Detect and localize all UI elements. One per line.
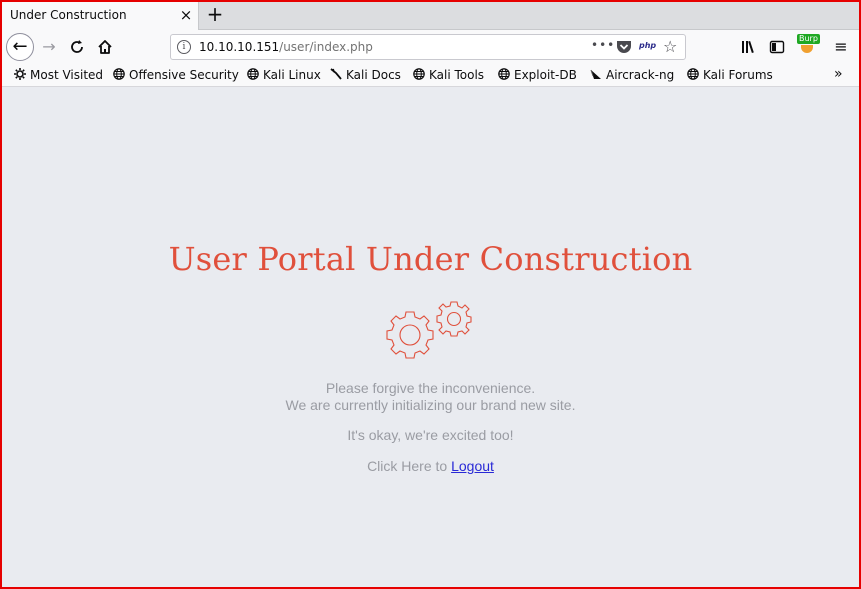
site-info-icon[interactable]: i (177, 40, 191, 54)
globe-icon (113, 68, 125, 80)
bookmark-most-visited[interactable]: Most Visited (14, 67, 103, 83)
library-icon[interactable] (740, 37, 758, 57)
page-content: User Portal Under Construction Please fo… (0, 88, 861, 589)
bookmark-offensive-security[interactable]: Offensive Security (113, 67, 239, 83)
logout-line: Click Here to Logout (0, 458, 861, 474)
gears-icon (386, 301, 472, 359)
initializing-line: We are currently initializing our brand … (285, 397, 576, 413)
url-text[interactable]: 10.10.10.151/user/index.php (199, 40, 373, 54)
home-icon[interactable] (94, 36, 116, 58)
bookmark-label: Most Visited (30, 68, 104, 82)
burp-proxy-icon[interactable]: Burp (795, 34, 823, 57)
php-extension-icon[interactable]: php (639, 41, 656, 50)
globe-icon (247, 68, 259, 80)
kali-dragon-icon (330, 68, 342, 80)
tab-title: Under Construction (10, 8, 127, 22)
excited-line: It's okay, we're excited too! (347, 427, 514, 443)
bookmark-label: Offensive Security (129, 68, 239, 82)
forward-arrow-icon[interactable]: → (38, 36, 60, 58)
reload-icon[interactable] (66, 36, 88, 58)
bookmark-label: Kali Linux (263, 68, 321, 82)
globe-icon (413, 68, 425, 80)
logout-prefix: Click Here to (367, 458, 448, 474)
page-actions-more-icon[interactable]: ••• (591, 38, 615, 52)
page-heading: User Portal Under Construction (168, 240, 693, 278)
tab-strip: Under Construction × + (0, 0, 861, 30)
bookmark-label: Kali Forums (703, 68, 773, 82)
bookmarks-overflow-icon[interactable]: » (834, 66, 843, 82)
url-path: /user/index.php (279, 40, 373, 54)
url-host: 10.10.10.151 (199, 40, 280, 54)
hamburger-menu-icon[interactable]: ≡ (832, 37, 850, 57)
tab-close-icon[interactable]: × (178, 7, 194, 23)
gear-icon (14, 68, 26, 80)
navigation-toolbar: ← → i 10.10.10.151/user/index.php ••• ph… (0, 30, 861, 63)
sidebar-icon[interactable] (768, 37, 786, 57)
globe-icon (687, 68, 699, 80)
bookmark-label: Kali Tools (429, 68, 485, 82)
aircrack-icon (590, 69, 601, 79)
globe-icon (498, 68, 510, 80)
new-tab-plus-icon[interactable]: + (204, 3, 226, 25)
bookmark-kali-linux[interactable]: Kali Linux (247, 67, 321, 83)
address-bar[interactable]: i 10.10.10.151/user/index.php ••• php ☆ (170, 34, 686, 60)
bookmark-kali-docs[interactable]: Kali Docs (330, 67, 401, 83)
bookmark-label: Aircrack-ng (606, 68, 675, 82)
bookmark-label: Exploit-DB (514, 68, 577, 82)
back-arrow-icon[interactable]: ← (6, 33, 34, 61)
apology-line: Please forgive the inconvenience. (325, 380, 536, 396)
bookmark-kali-forums[interactable]: Kali Forums (687, 67, 773, 83)
bookmark-star-icon[interactable]: ☆ (663, 37, 677, 56)
bookmarks-toolbar: Most Visited Offensive Security Kali Lin… (0, 63, 861, 87)
burp-fox-icon (801, 45, 813, 53)
pocket-icon[interactable] (616, 40, 632, 54)
bookmark-exploit-db[interactable]: Exploit-DB (498, 67, 577, 83)
bookmark-label: Kali Docs (346, 68, 401, 82)
logout-link[interactable]: Logout (451, 458, 494, 474)
bookmark-aircrack-ng[interactable]: Aircrack-ng (590, 67, 674, 83)
burp-badge: Burp (797, 34, 820, 44)
tab-under-construction[interactable]: Under Construction × (2, 2, 199, 30)
bookmark-kali-tools[interactable]: Kali Tools (413, 67, 484, 83)
